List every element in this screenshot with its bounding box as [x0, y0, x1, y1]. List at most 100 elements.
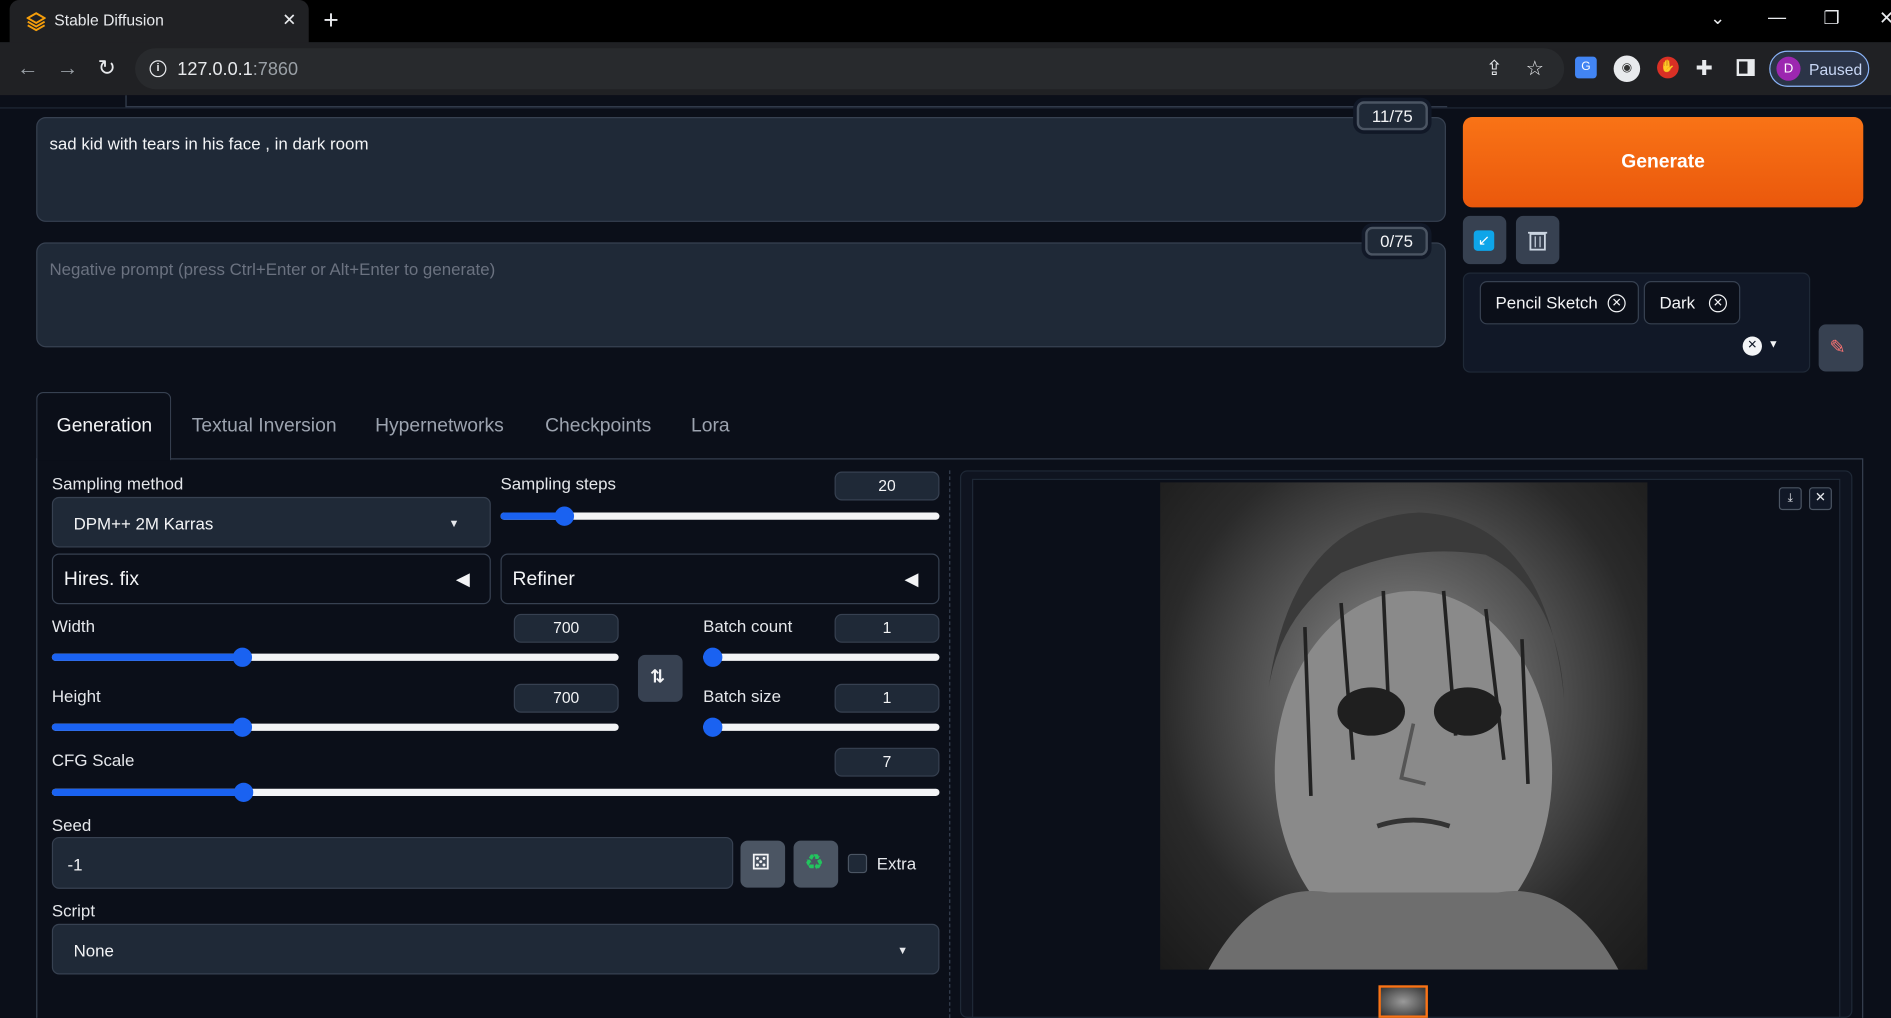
pencil-icon: ✎ [1829, 337, 1846, 359]
close-window-icon[interactable]: ✕ [1879, 7, 1891, 29]
width-input[interactable]: 700 [513, 613, 619, 643]
swap-arrows-icon: ⇅ [650, 666, 666, 688]
chevron-down-icon: ▼ [448, 517, 460, 530]
prompt-token-counter: 11/75 [1356, 101, 1428, 131]
dice-icon: ⚄ [751, 850, 771, 875]
close-image-icon[interactable]: ✕ [1809, 487, 1832, 511]
edit-styles-button[interactable]: ✎ [1818, 324, 1864, 372]
address-url: 127.0.0.1:7860 [177, 59, 299, 80]
gallery-thumbnail[interactable] [1378, 985, 1428, 1018]
restore-window-icon[interactable]: ❐ [1823, 7, 1839, 29]
height-slider[interactable] [51, 717, 619, 737]
negative-prompt-placeholder: Negative prompt (press Ctrl+Enter or Alt… [49, 259, 496, 279]
batch-count-label: Batch count [703, 616, 793, 636]
slider-thumb[interactable] [233, 782, 254, 802]
batch-size-label: Batch size [703, 686, 781, 706]
paste-params-button[interactable]: ↙ [1462, 215, 1507, 265]
tab-generation-label[interactable]: Generation [57, 416, 152, 438]
prompt-textarea[interactable]: sad kid with tears in his face , in dark… [36, 116, 1446, 222]
seed-input[interactable]: -1 [51, 836, 734, 889]
reload-icon[interactable]: ↻ [98, 55, 116, 80]
style-chip[interactable]: Pencil Sketch ✕ [1479, 280, 1639, 325]
clear-prompt-button[interactable] [1515, 215, 1560, 265]
extra-checkbox[interactable] [847, 853, 868, 874]
extensions-puzzle-icon[interactable]: ✚ [1696, 57, 1713, 81]
profile-avatar: D [1776, 56, 1801, 81]
slider-track[interactable] [703, 653, 940, 661]
reuse-seed-button[interactable]: ♻ [793, 840, 839, 888]
remove-style-icon[interactable]: ✕ [1708, 294, 1727, 313]
slider-thumb[interactable] [703, 647, 723, 667]
batch-size-slider[interactable] [703, 717, 940, 737]
tab-textual-inversion[interactable]: Textual Inversion [192, 416, 337, 438]
script-value: None [73, 940, 114, 960]
styles-dropdown-arrow-icon[interactable]: ▼ [1768, 338, 1779, 350]
tab-lora[interactable]: Lora [691, 416, 730, 438]
slider-fill [51, 788, 244, 796]
bookmark-star-icon[interactable]: ☆ [1526, 57, 1544, 81]
seed-label: Seed [51, 815, 92, 835]
cfg-scale-input[interactable]: 7 [834, 747, 940, 777]
cfg-scale-slider[interactable] [51, 782, 940, 802]
extra-label: Extra [876, 853, 917, 874]
batch-count-input[interactable]: 1 [834, 613, 940, 643]
batch-size-input[interactable]: 1 [834, 683, 940, 713]
site-info-icon[interactable]: i [149, 60, 167, 78]
negative-prompt-token-counter: 0/75 [1365, 226, 1428, 256]
share-icon[interactable]: ⇪ [1486, 57, 1503, 81]
collapse-arrow-icon: ◀ [904, 569, 919, 590]
forward-arrow-icon[interactable]: → [57, 55, 79, 80]
sampling-steps-label: Sampling steps [500, 473, 616, 494]
slider-thumb[interactable] [554, 506, 575, 526]
sampling-steps-input[interactable]: 20 [834, 471, 940, 501]
close-tab-icon[interactable]: ✕ [282, 10, 296, 31]
profile-status: Paused [1809, 60, 1863, 79]
remove-style-icon[interactable]: ✕ [1607, 294, 1626, 313]
generate-button[interactable]: Generate [1462, 116, 1864, 208]
side-panel-icon[interactable] [1736, 59, 1755, 76]
batch-count-slider[interactable] [703, 647, 940, 667]
script-dropdown[interactable]: None ▼ [51, 923, 940, 975]
profile-button[interactable]: D Paused [1769, 50, 1870, 87]
style-chip-label: Pencil Sketch [1495, 293, 1598, 313]
stable-diffusion-favicon-icon [26, 12, 46, 32]
negative-prompt-textarea[interactable]: Negative prompt (press Ctrl+Enter or Alt… [36, 242, 1446, 348]
slider-fill [51, 653, 243, 661]
style-chip[interactable]: Dark ✕ [1643, 280, 1741, 325]
width-slider[interactable] [51, 647, 619, 667]
cfg-scale-label: CFG Scale [51, 750, 135, 770]
tab-checkpoints[interactable]: Checkpoints [545, 416, 651, 438]
sampling-method-dropdown[interactable]: DPM++ 2M Karras ▼ [51, 496, 491, 548]
tab-hypernetworks[interactable]: Hypernetworks [375, 416, 504, 438]
slider-thumb[interactable] [703, 717, 723, 737]
slider-track[interactable] [703, 723, 940, 731]
clear-styles-icon[interactable]: ✕ [1742, 336, 1762, 356]
sampling-steps-slider[interactable] [500, 506, 940, 526]
download-icon[interactable]: ⤓ [1778, 487, 1802, 511]
face-extension-icon[interactable]: ◉ [1613, 55, 1641, 83]
random-seed-button[interactable]: ⚄ [740, 840, 786, 888]
slider-fill [51, 723, 243, 731]
generated-image[interactable] [1160, 482, 1648, 970]
hires-fix-accordion[interactable]: Hires. fix ◀ [51, 553, 491, 605]
top-divider [125, 95, 1448, 108]
back-arrow-icon[interactable]: ← [17, 55, 39, 80]
slider-thumb[interactable] [232, 717, 253, 737]
divider [0, 107, 1891, 109]
height-input[interactable]: 700 [513, 683, 619, 713]
tab-search-chevron-icon[interactable]: ⌄ [1710, 7, 1725, 29]
swap-dimensions-button[interactable]: ⇅ [637, 654, 683, 702]
seed-value: -1 [67, 855, 83, 875]
minimize-window-icon[interactable]: — [1768, 7, 1786, 28]
translate-extension-icon[interactable]: G [1575, 56, 1597, 79]
address-bar[interactable]: i 127.0.0.1:7860 [135, 48, 1565, 90]
slider-thumb[interactable] [232, 647, 253, 667]
new-tab-icon[interactable]: + [323, 5, 339, 36]
trash-icon [1528, 231, 1548, 251]
collapse-arrow-icon: ◀ [455, 569, 470, 590]
prompt-text: sad kid with tears in his face , in dark… [49, 133, 369, 154]
refiner-accordion[interactable]: Refiner ◀ [500, 553, 940, 605]
browser-tab[interactable]: Stable Diffusion ✕ [9, 0, 309, 44]
shield-extension-icon[interactable]: ✋ [1657, 56, 1679, 79]
check-arrow-icon: ↙ [1473, 230, 1495, 251]
